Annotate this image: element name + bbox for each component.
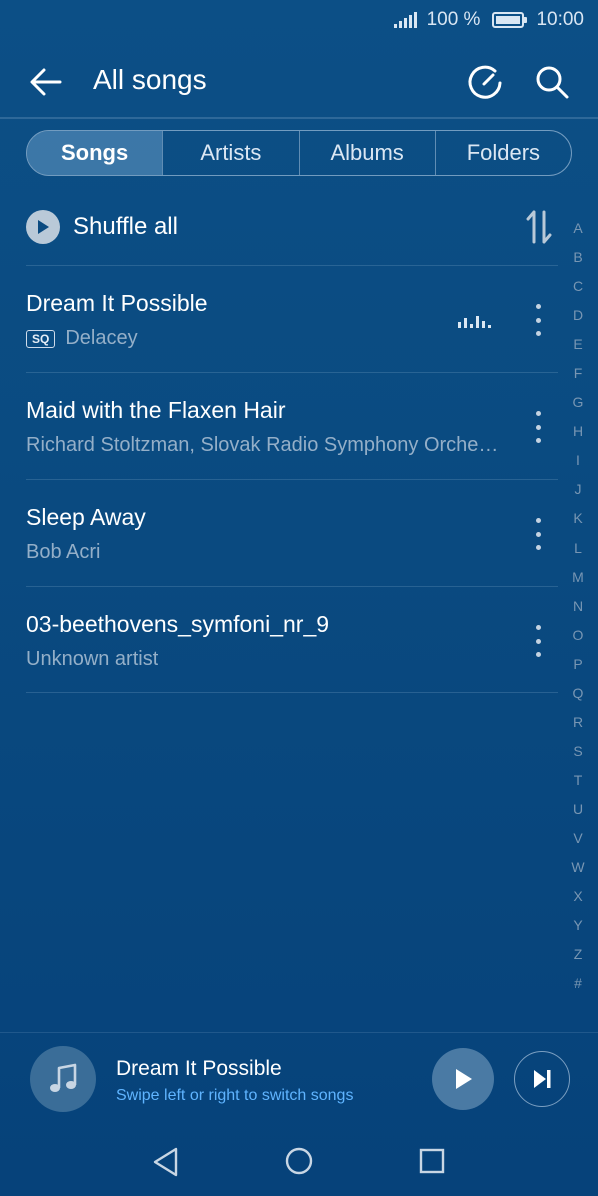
alphabet-index-letter[interactable]: H xyxy=(566,417,590,446)
now-playing-equalizer-icon xyxy=(458,316,491,328)
shuffle-all-label: Shuffle all xyxy=(73,213,178,240)
nav-recents-button[interactable] xyxy=(418,1147,446,1175)
alphabet-index-letter[interactable]: U xyxy=(566,795,590,824)
song-title: 03-beethovens_symfoni_nr_9 xyxy=(26,611,330,637)
alphabet-index-letter[interactable]: G xyxy=(566,388,590,417)
page-title: All songs xyxy=(93,64,207,95)
song-title: Dream It Possible xyxy=(26,290,208,316)
alphabet-index-letter[interactable]: Q xyxy=(566,679,590,708)
song-title: Sleep Away xyxy=(26,504,146,530)
more-options-button[interactable] xyxy=(530,625,546,657)
refresh-button[interactable] xyxy=(464,62,506,104)
now-playing-bar[interactable]: Dream It Possible Swipe left or right to… xyxy=(0,1032,598,1124)
more-options-button[interactable] xyxy=(530,411,546,443)
app-bar: All songs xyxy=(0,50,598,112)
next-track-button[interactable] xyxy=(514,1051,570,1107)
sq-badge: SQ xyxy=(26,329,56,348)
more-vert-icon xyxy=(535,304,541,309)
back-button[interactable] xyxy=(26,62,66,102)
signal-icon xyxy=(393,12,417,28)
alphabet-index-letter[interactable]: M xyxy=(566,563,590,592)
alphabet-index-letter[interactable]: V xyxy=(566,824,590,853)
alphabet-index-letter[interactable]: F xyxy=(566,359,590,388)
shuffle-all-button[interactable]: Shuffle all xyxy=(26,200,556,254)
nav-home-icon xyxy=(285,1147,313,1175)
song-row[interactable]: Dream It Possible SQ Delacey xyxy=(26,265,558,372)
alphabet-index[interactable]: A B C D E F G H I J K L M N O P Q R S T U V W X Y Z # xyxy=(566,214,590,998)
tab-folders[interactable]: Folders xyxy=(434,131,571,175)
song-artist-line: SQ Delacey xyxy=(26,327,138,350)
alphabet-index-letter[interactable]: T xyxy=(566,766,590,795)
alphabet-index-letter[interactable]: Y xyxy=(566,911,590,940)
alphabet-index-letter[interactable]: C xyxy=(566,272,590,301)
more-vert-icon xyxy=(535,411,541,416)
swipe-hint: Swipe left or right to switch songs xyxy=(116,1087,354,1104)
battery-icon xyxy=(492,12,528,28)
next-track-icon xyxy=(534,1070,551,1088)
refresh-icon xyxy=(468,65,502,99)
search-icon xyxy=(536,66,569,99)
sort-button[interactable] xyxy=(526,208,552,246)
music-note-icon xyxy=(50,1063,77,1092)
tab-artists[interactable]: Artists xyxy=(162,131,298,175)
song-title: Maid with the Flaxen Hair xyxy=(26,397,286,423)
song-row[interactable]: Sleep Away Bob Acri xyxy=(26,479,558,586)
tab-albums[interactable]: Albums xyxy=(298,131,435,175)
system-nav-bar xyxy=(0,1128,598,1196)
alphabet-index-letter[interactable]: R xyxy=(566,708,590,737)
album-art[interactable] xyxy=(30,1046,96,1112)
search-button[interactable] xyxy=(532,62,572,102)
now-playing-title: Dream It Possible xyxy=(116,1057,282,1080)
song-artist-line: Unknown artist xyxy=(26,648,158,671)
alphabet-index-letter[interactable]: O xyxy=(566,621,590,650)
alphabet-index-letter[interactable]: J xyxy=(566,475,590,504)
clock: 10:00 xyxy=(536,9,584,30)
alphabet-index-letter[interactable]: A xyxy=(566,214,590,243)
song-artist: Delacey xyxy=(65,327,138,349)
song-artist-line: Richard Stoltzman, Slovak Radio Symphony… xyxy=(26,434,498,457)
sort-icon xyxy=(526,210,552,244)
back-arrow-icon xyxy=(30,68,62,96)
song-list: Dream It Possible SQ Delacey Maid with t… xyxy=(26,265,558,693)
alphabet-index-letter[interactable]: K xyxy=(566,504,590,533)
nav-recents-icon xyxy=(419,1148,445,1174)
status-bar: 100 % 10:00 xyxy=(0,0,598,40)
nav-back-icon xyxy=(153,1147,178,1177)
alphabet-index-letter[interactable]: Z xyxy=(566,940,590,969)
song-row[interactable]: 03-beethovens_symfoni_nr_9 Unknown artis… xyxy=(26,586,558,693)
alphabet-index-letter[interactable]: D xyxy=(566,301,590,330)
nav-home-button[interactable] xyxy=(284,1146,314,1176)
more-options-button[interactable] xyxy=(530,518,546,550)
tab-songs[interactable]: Songs xyxy=(27,131,163,175)
song-row[interactable]: Maid with the Flaxen Hair Richard Stoltz… xyxy=(26,372,558,479)
song-artist-line: Bob Acri xyxy=(26,541,100,564)
song-artist: Richard Stoltzman, Slovak Radio Symphony… xyxy=(26,434,499,456)
alphabet-index-letter[interactable]: P xyxy=(566,650,590,679)
nav-back-button[interactable] xyxy=(151,1146,181,1178)
alphabet-index-letter[interactable]: W xyxy=(566,853,590,882)
play-icon xyxy=(456,1069,472,1089)
song-artist: Bob Acri xyxy=(26,541,101,563)
alphabet-index-letter[interactable]: I xyxy=(566,446,590,475)
alphabet-index-letter[interactable]: E xyxy=(566,330,590,359)
more-vert-icon xyxy=(535,625,541,630)
more-vert-icon xyxy=(535,518,541,523)
alphabet-index-letter[interactable]: N xyxy=(566,592,590,621)
more-options-button[interactable] xyxy=(530,304,546,336)
alphabet-index-letter[interactable]: X xyxy=(566,882,590,911)
battery-percent: 100 % xyxy=(426,9,481,30)
alphabet-index-letter[interactable]: S xyxy=(566,737,590,766)
play-icon xyxy=(26,210,60,244)
alphabet-index-letter[interactable]: B xyxy=(566,243,590,272)
alphabet-index-letter[interactable]: # xyxy=(566,969,590,998)
song-artist: Unknown artist xyxy=(26,648,159,670)
tab-bar: Songs Artists Albums Folders xyxy=(26,130,572,176)
alphabet-index-letter[interactable]: L xyxy=(566,534,590,563)
header-divider xyxy=(0,117,598,119)
play-button[interactable] xyxy=(432,1048,494,1110)
